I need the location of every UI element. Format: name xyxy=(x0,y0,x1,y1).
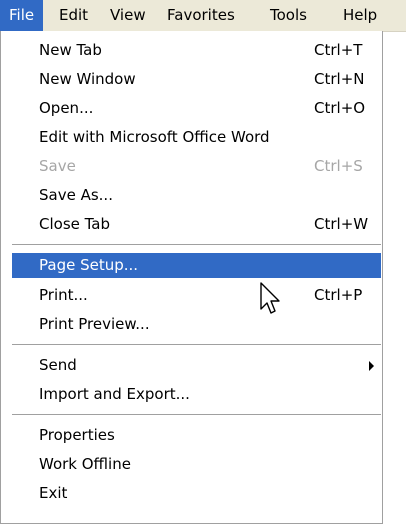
menu-item-label: Save xyxy=(39,157,76,175)
menu-help[interactable]: Help xyxy=(334,0,386,31)
menu-item-close-tab[interactable]: Close Tab Ctrl+W xyxy=(12,212,381,237)
mouse-pointer-icon xyxy=(260,282,280,314)
menu-item-shortcut: Ctrl+P xyxy=(314,286,363,304)
menu-item-save: Save Ctrl+S xyxy=(12,154,381,179)
menu-tools[interactable]: Tools xyxy=(261,0,316,31)
menu-file[interactable]: File xyxy=(0,0,44,31)
menu-item-label: Print Preview... xyxy=(39,315,150,333)
menu-item-import-export[interactable]: Import and Export... xyxy=(12,382,381,407)
menu-item-work-offline[interactable]: Work Offline xyxy=(12,452,381,477)
menu-item-label: Open... xyxy=(39,99,94,117)
menu-item-label: Exit xyxy=(39,484,68,502)
menu-item-print[interactable]: Print... Ctrl+P xyxy=(12,283,381,308)
menu-item-send[interactable]: Send xyxy=(12,353,381,378)
menu-item-label: Page Setup... xyxy=(39,256,139,274)
menu-item-label: Send xyxy=(39,356,77,374)
menu-item-label: Print... xyxy=(39,286,88,304)
file-menu-dropdown: New Tab Ctrl+T New Window Ctrl+N Open...… xyxy=(0,31,383,524)
menu-item-label: New Tab xyxy=(39,41,102,59)
menu-view[interactable]: View xyxy=(101,0,155,31)
menu-item-label: Save As... xyxy=(39,186,113,204)
menu-separator xyxy=(12,414,381,415)
menu-item-page-setup[interactable]: Page Setup... xyxy=(12,253,381,278)
menu-favorites[interactable]: Favorites xyxy=(158,0,244,31)
menu-item-new-window[interactable]: New Window Ctrl+N xyxy=(12,67,381,92)
menu-item-label: Import and Export... xyxy=(39,385,190,403)
menu-item-shortcut: Ctrl+W xyxy=(314,215,369,233)
menu-item-label: Properties xyxy=(39,426,115,444)
menu-item-edit-with-word[interactable]: Edit with Microsoft Office Word xyxy=(12,125,381,150)
menu-item-label: Close Tab xyxy=(39,215,111,233)
menu-separator xyxy=(12,344,381,345)
menu-separator xyxy=(12,244,381,245)
menu-item-shortcut: Ctrl+N xyxy=(314,70,365,88)
menu-item-properties[interactable]: Properties xyxy=(12,423,381,448)
menu-item-open[interactable]: Open... Ctrl+O xyxy=(12,96,381,121)
menu-item-save-as[interactable]: Save As... xyxy=(12,183,381,208)
menu-bar: File Edit View Favorites Tools Help xyxy=(0,0,406,32)
menu-item-new-tab[interactable]: New Tab Ctrl+T xyxy=(12,38,381,63)
chevron-right-icon xyxy=(369,361,374,371)
menu-item-label: Work Offline xyxy=(39,455,131,473)
menu-item-shortcut: Ctrl+T xyxy=(314,41,363,59)
menu-item-exit[interactable]: Exit xyxy=(12,481,381,506)
menu-edit[interactable]: Edit xyxy=(50,0,97,31)
menu-item-shortcut: Ctrl+O xyxy=(314,99,366,117)
menu-item-label: Edit with Microsoft Office Word xyxy=(39,128,270,146)
menu-item-print-preview[interactable]: Print Preview... xyxy=(12,312,381,337)
menu-item-label: New Window xyxy=(39,70,136,88)
menu-item-shortcut: Ctrl+S xyxy=(314,157,363,175)
